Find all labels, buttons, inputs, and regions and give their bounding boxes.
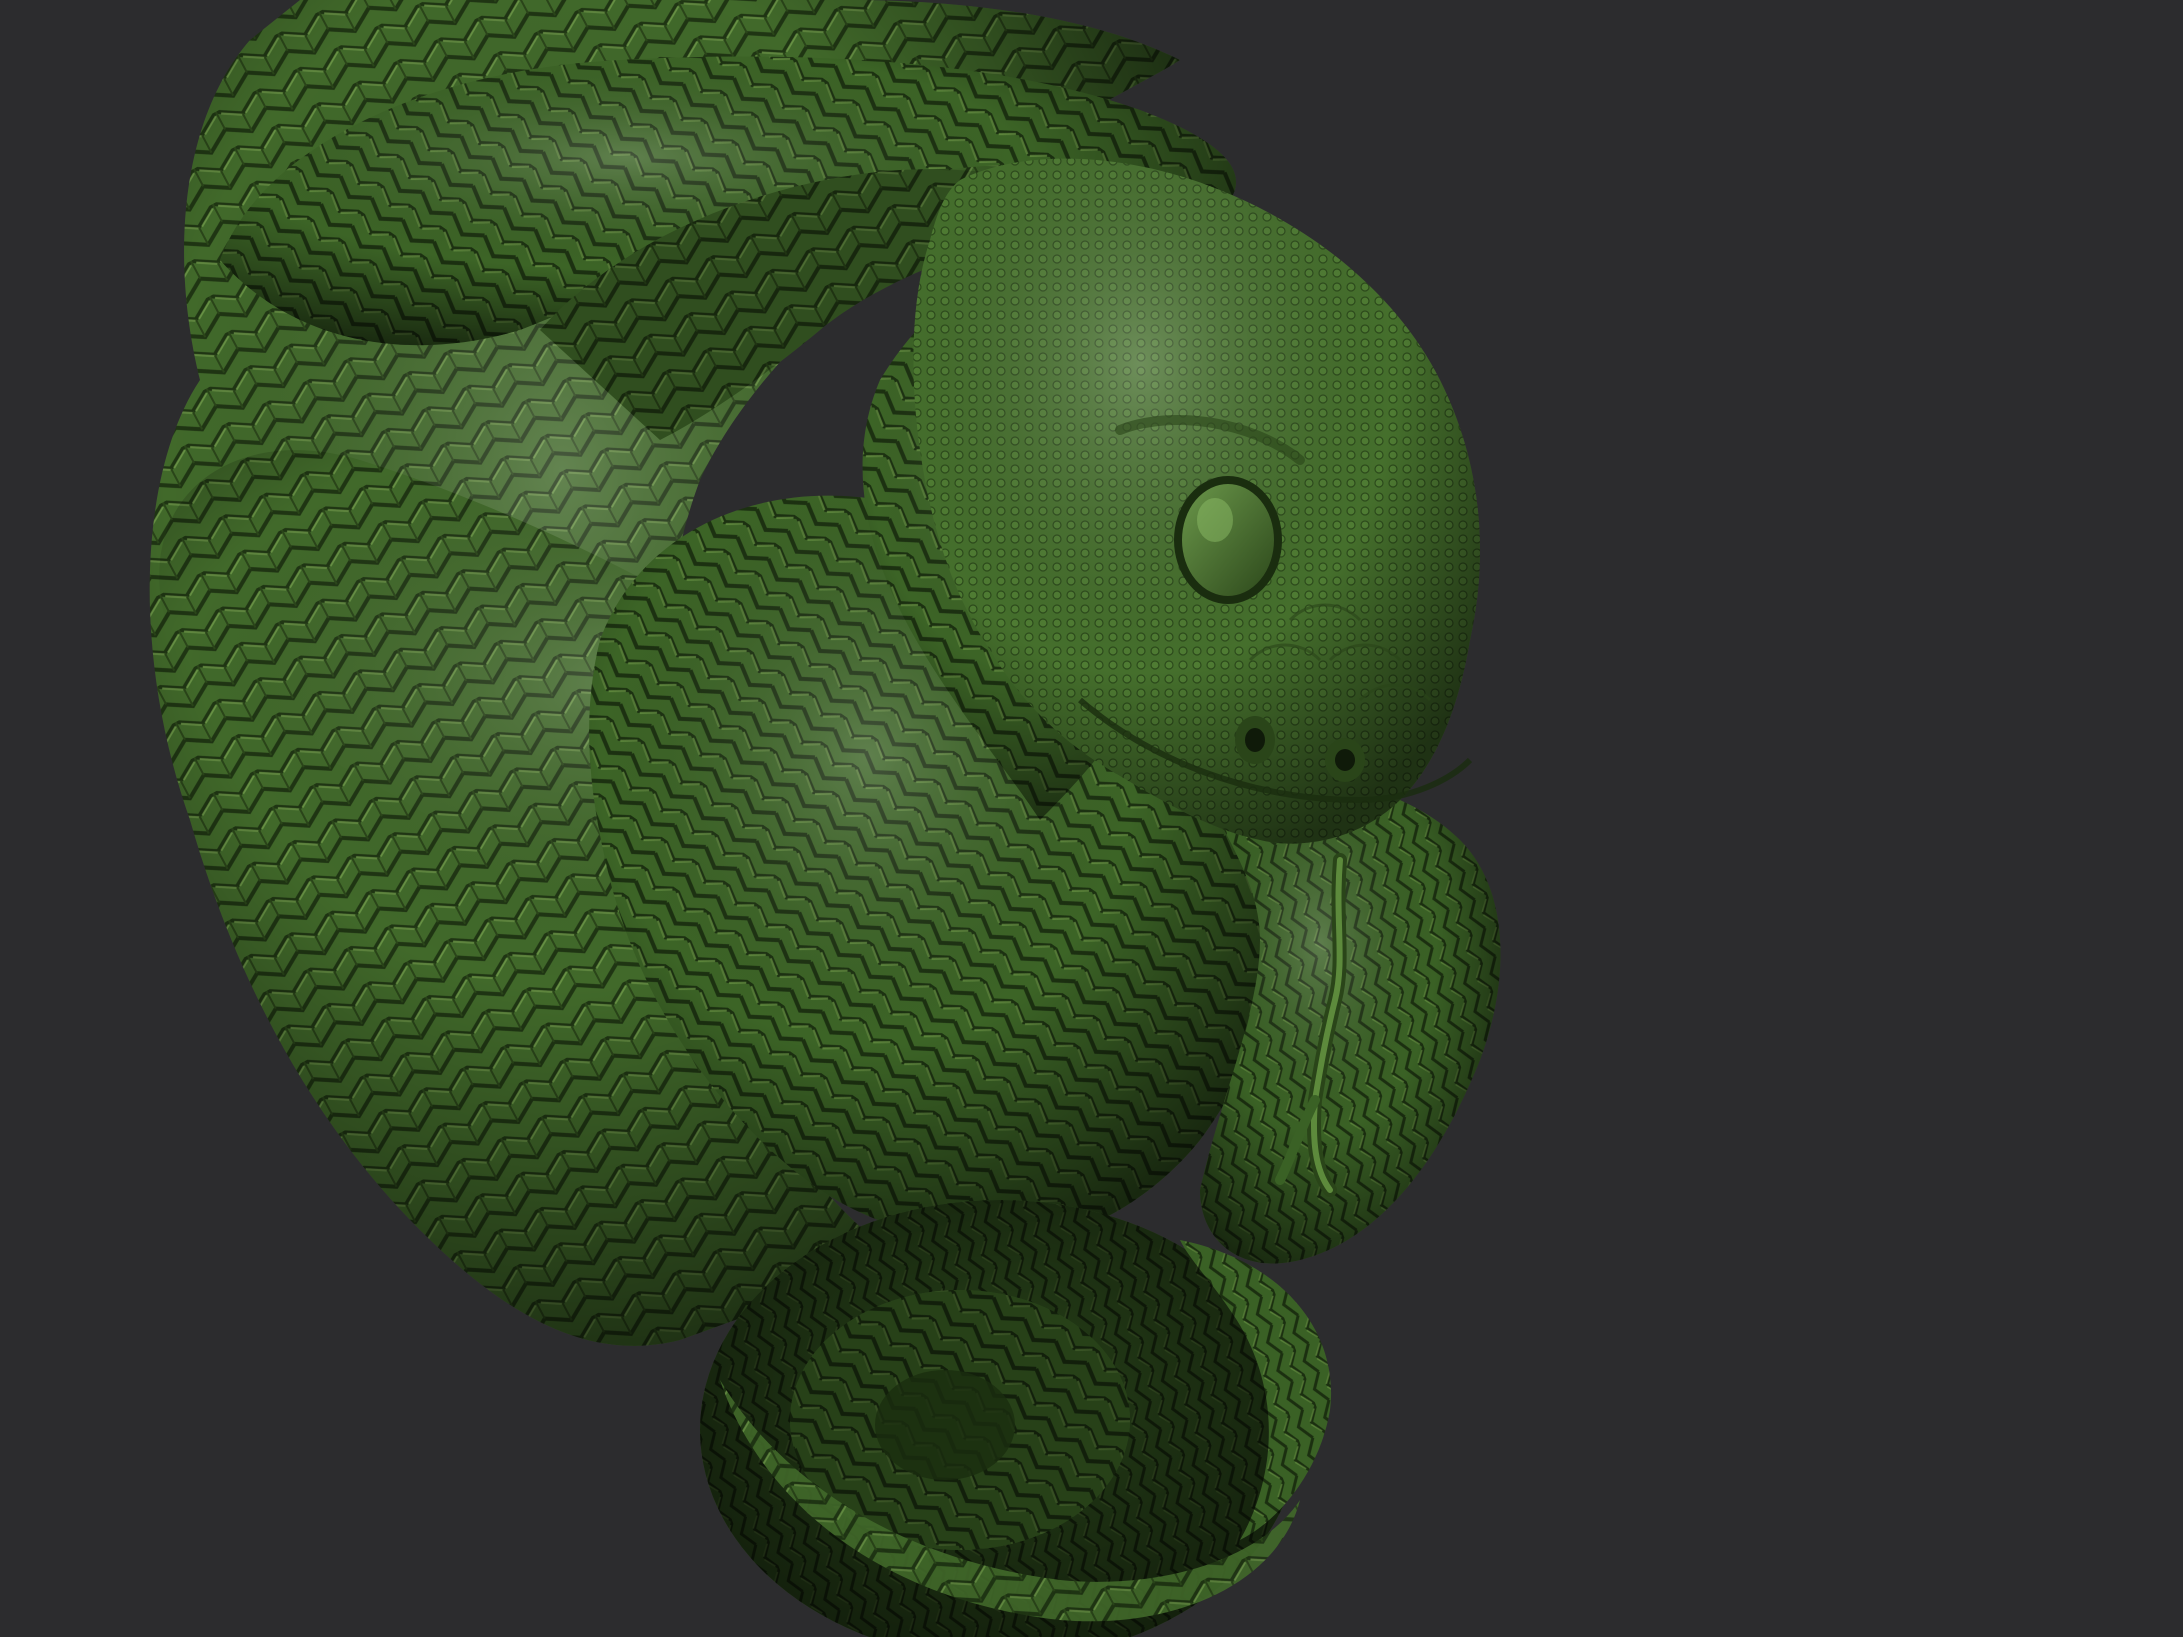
tail-spiral [700, 1200, 1332, 1637]
render-viewport [0, 0, 2183, 1637]
snake-eye [1174, 476, 1282, 604]
snake-render [149, 0, 1501, 1637]
